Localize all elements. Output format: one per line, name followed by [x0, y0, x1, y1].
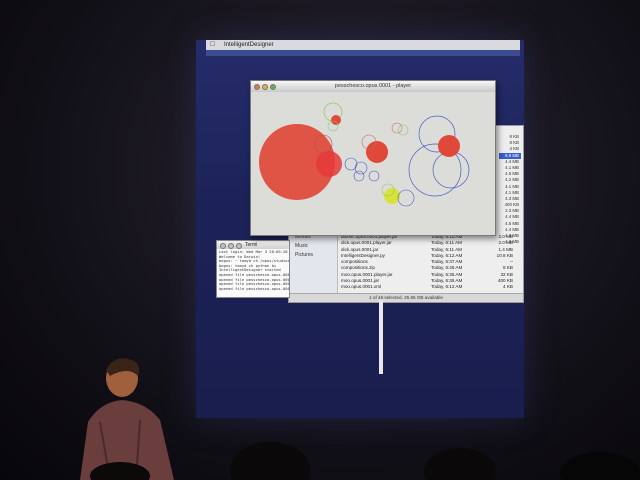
window-controls — [254, 84, 276, 90]
player-title: pesschesco.opus.0001 - player — [334, 83, 412, 89]
file-date: Today, 6:12 AM — [431, 284, 463, 290]
menu-bar:  IntelligentDesigner — [206, 40, 520, 50]
terminal-title-bar[interactable]: Termi — [217, 241, 289, 249]
terminal-window[interactable]: Termi Last login: Wed Mar 3 20:05:28 Welc… — [216, 240, 290, 298]
circle-red-small-top[interactable] — [331, 115, 341, 125]
finder-sidebar: Movies Music Pictures — [289, 231, 338, 293]
apple-icon[interactable]:  — [210, 40, 215, 50]
zoom-button[interactable] — [236, 243, 242, 249]
circle-outline-tiny-1[interactable] — [391, 122, 403, 134]
terminal-line: opened file pesschesco.opus.000 — [219, 285, 289, 291]
desktop-stripe — [206, 50, 520, 56]
player-window[interactable]: pesschesco.opus.0001 - player — [250, 80, 496, 236]
circle-outline-tiny-2[interactable] — [397, 124, 409, 136]
circle-red-right[interactable] — [438, 135, 460, 157]
zoom-button[interactable] — [270, 84, 276, 90]
circle-canvas[interactable] — [251, 92, 495, 235]
circle-outline-blue-bottom[interactable] — [397, 189, 415, 207]
player-title-bar[interactable]: pesschesco.opus.0001 - player — [251, 81, 495, 92]
circle-outline-blue-4[interactable] — [368, 170, 380, 182]
terminal-output[interactable]: Last login: Wed Mar 3 20:05:28 Welcome to… — [217, 249, 289, 297]
circle-red-center[interactable] — [366, 141, 388, 163]
file-name: moo.opus.0001.xml — [341, 284, 382, 290]
screen-stand — [379, 300, 383, 374]
close-button[interactable] — [254, 84, 260, 90]
finder-status-bar: 1 of 46 selected, 25.65 GB available — [289, 293, 523, 302]
circle-outline-blue-3[interactable] — [353, 170, 365, 182]
terminal-title: Termi — [245, 242, 258, 248]
file-size: 4 KB — [503, 284, 513, 290]
close-button[interactable] — [220, 243, 226, 249]
circle-outline-blue-right[interactable] — [432, 151, 470, 189]
minimize-button[interactable] — [262, 84, 268, 90]
sidebar-item-music[interactable]: Music — [289, 240, 337, 249]
sidebar-item-pictures[interactable]: Pictures — [289, 249, 337, 258]
minimize-button[interactable] — [228, 243, 234, 249]
circle-red-medium[interactable] — [316, 151, 342, 177]
file-list: atomic.opus.0001.player.jar Today, 6:10 A… — [341, 234, 519, 291]
circle-outline-blue-2[interactable] — [354, 161, 368, 175]
window-controls — [220, 243, 242, 249]
file-row[interactable]: moo.opus.0001.xml Today, 6:12 AM 4 KB — [341, 284, 519, 290]
size-column: 8 KB 8 KB 4 KB 8.9 MB 4.4 MB 4.1 MB 4.5 MB 4.2 … — [499, 134, 521, 245]
audience-silhouettes — [90, 442, 640, 480]
app-menu-name[interactable]: IntelligentDesigner — [224, 42, 274, 48]
